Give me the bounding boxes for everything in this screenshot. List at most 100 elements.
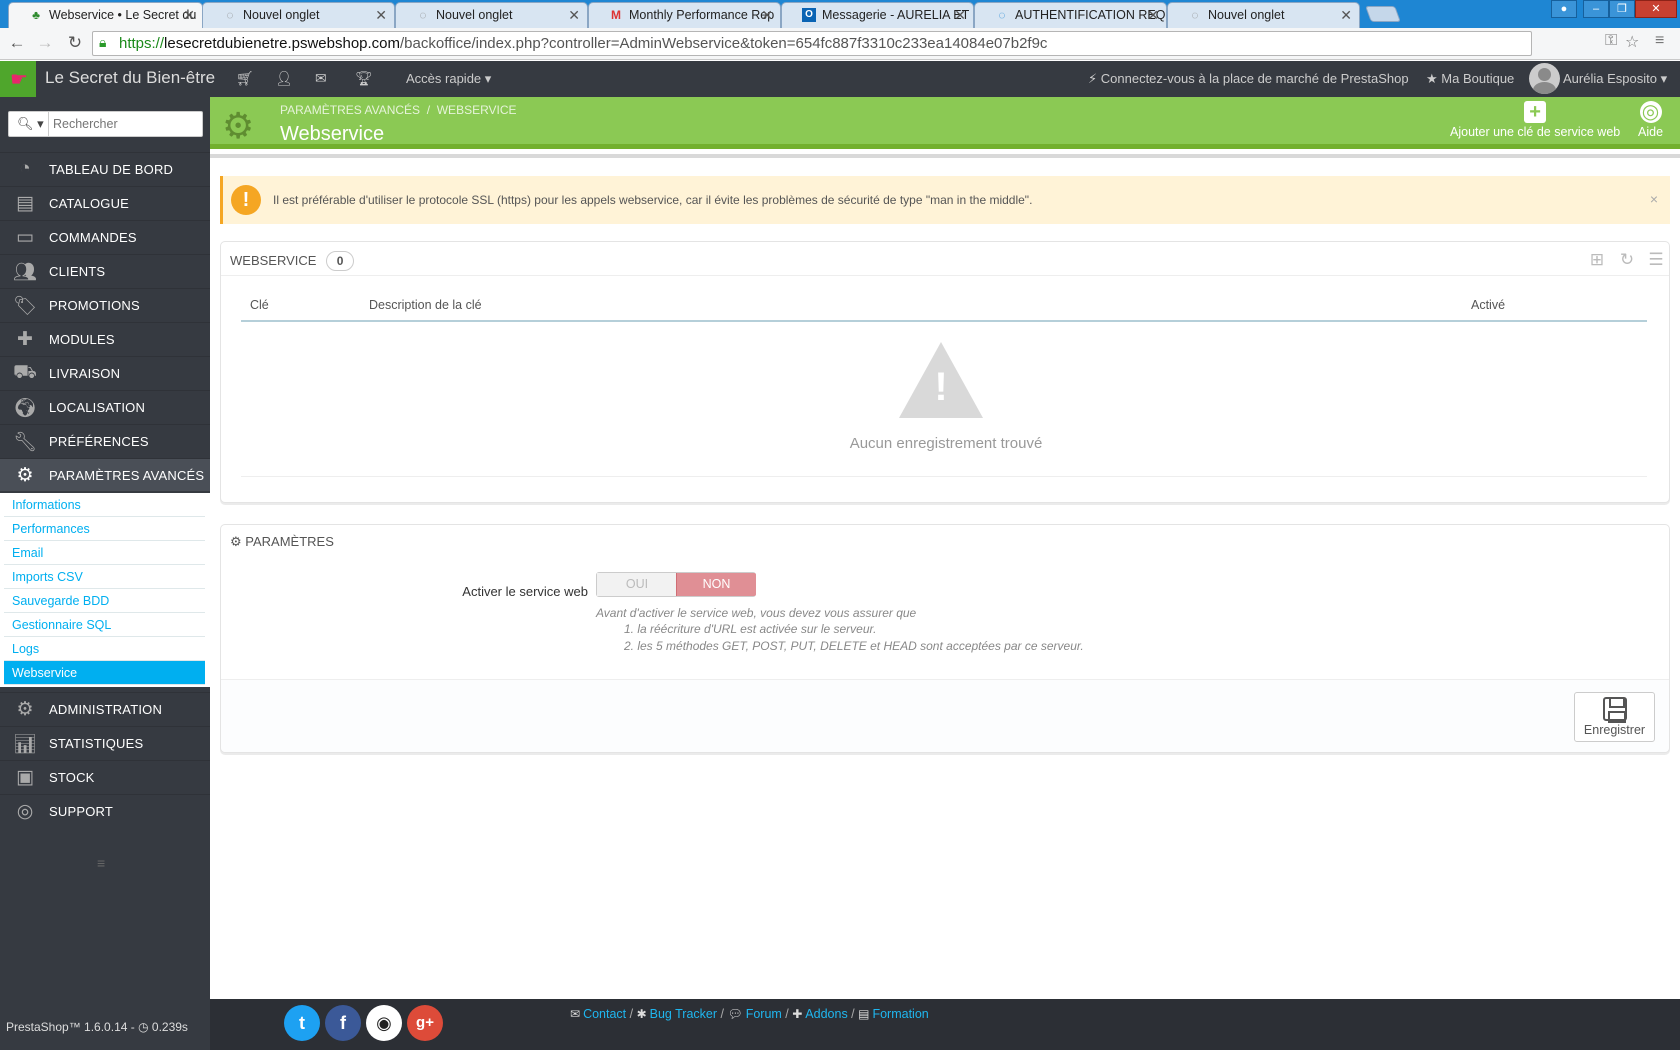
close-icon[interactable]: × [1650,191,1658,207]
envelope-icon[interactable]: ✉ [315,70,327,87]
footer-link-contact[interactable]: Contact [583,1007,626,1021]
close-window-icon[interactable]: ✕ [1635,0,1677,18]
refresh-icon[interactable]: ↻ [1617,250,1637,270]
breadcrumb-separator: / [426,103,431,117]
load-time: 0.239s [151,1020,188,1034]
sidebar-item-shipping[interactable]: ⛟ Livraison [0,356,210,389]
facebook-icon[interactable]: f [325,1005,361,1041]
search-icon[interactable]: 🔍︎ ▾ [9,112,49,136]
breadcrumb-parent[interactable]: Paramètres avancés [280,103,420,117]
close-tab-icon[interactable]: ✕ [1340,7,1352,24]
menu-icon[interactable]: ≡ [1655,32,1664,50]
browser-tab-new-3[interactable]: ◌ Nouvel onglet ✕ [1167,2,1360,28]
submenu-item-performances[interactable]: Performances [4,517,205,541]
submenu-item-email[interactable]: Email [4,541,205,565]
reload-icon[interactable]: ↻ [64,33,86,53]
sidebar-item-label: Commandes [49,230,137,245]
footer-link-training[interactable]: Formation [872,1007,928,1021]
submenu-item-db-backup[interactable]: Sauvegarde BDD [4,589,205,613]
footer-link-forum[interactable]: Forum [746,1007,782,1021]
sidebar-item-label: Tableau de bord [49,162,174,177]
sidebar-item-localization[interactable]: 🌍︎ Localisation [0,390,210,423]
close-tab-icon[interactable]: ✕ [183,7,195,24]
lifebuoy-icon: ◎ [16,801,34,822]
github-icon[interactable]: ◉ [366,1005,402,1041]
add-new-icon[interactable]: ⊞ [1587,250,1607,270]
search-input[interactable] [53,114,198,134]
browser-tab-outlook[interactable]: O Messagerie - AURELIA ET I ✕ [781,2,974,28]
submenu-item-sql-manager[interactable]: Gestionnaire SQL [4,613,205,637]
sidebar-item-orders[interactable]: ▭ Commandes [0,220,210,253]
sidebar-item-stats[interactable]: 📊︎ Statistiques [0,726,210,759]
collapse-menu-icon[interactable]: ≡ [97,855,111,871]
sidebar-item-promotions[interactable]: 🏷︎ Promotions [0,288,210,321]
column-header-description[interactable]: Description de la clé [369,298,482,312]
trophy-icon[interactable]: 🏆︎ [355,70,373,87]
twitter-icon[interactable]: t [284,1005,320,1041]
maximize-icon[interactable]: ❐ [1609,0,1635,18]
close-tab-icon[interactable]: ✕ [761,7,773,24]
column-header-active[interactable]: Activé [1471,298,1505,312]
help-button[interactable]: ◎ Aide [1638,101,1663,139]
sidebar-item-label: Localisation [49,400,146,415]
sidebar-item-catalogue[interactable]: ▤ Catalogue [0,186,210,219]
database-icon[interactable]: ☰ [1646,250,1666,270]
back-icon[interactable]: ← [6,33,28,53]
footer-link-bug-tracker[interactable]: Bug Tracker [650,1007,717,1021]
marketplace-link[interactable]: ⚡︎ Connectez-vous à la place de marché d… [1088,71,1409,87]
my-shop-link[interactable]: ★ Ma Boutique [1426,71,1514,87]
avatar[interactable] [1529,63,1560,94]
switch-option-no[interactable]: NON [676,573,756,596]
sidebar-item-customers[interactable]: 👥︎ Clients [0,254,210,287]
sidebar-item-administration[interactable]: ⚙ Administration [0,692,210,725]
prestashop-logo[interactable]: ☛ [0,61,36,97]
submenu-item-webservice[interactable]: Webservice [4,661,205,685]
user-menu[interactable]: Aurélia Esposito ▾ [1563,71,1667,87]
close-tab-icon[interactable]: ✕ [954,7,966,24]
submenu-item-csv-imports[interactable]: Imports CSV [4,565,205,589]
column-header-key[interactable]: Clé [250,298,269,312]
forward-icon[interactable]: → [34,33,56,53]
key-icon[interactable]: ⚿ [1605,32,1617,50]
save-button[interactable]: Enregistrer [1574,692,1655,742]
hand-pointer-icon: ☛ [10,69,28,91]
url-bar[interactable]: 🔒︎ https://lesecretdubienetre.pswebshop.… [92,31,1532,56]
bookmark-star-icon[interactable]: ☆ [1625,32,1639,52]
tab-title: Monthly Performance Rep [629,8,775,22]
puzzle-icon: ✚ [17,329,33,350]
enable-webservice-switch[interactable]: OUI NON [596,572,756,597]
sidebar-item-modules[interactable]: ✚ Modules [0,322,210,355]
close-tab-icon[interactable]: ✕ [1147,7,1159,24]
sidebar-item-label: Catalogue [49,196,130,211]
user-icon[interactable]: 👤︎ [275,70,293,87]
sidebar-item-dashboard[interactable]: ◔ Tableau de bord [0,152,210,185]
browser-tab-new-1[interactable]: ◌ Nouvel onglet ✕ [202,2,395,28]
add-key-button[interactable]: + Ajouter une clé de service web [1450,101,1620,139]
breadcrumb: Paramètres avancés / Webservice [280,103,517,117]
browser-tab-gmail[interactable]: M Monthly Performance Rep ✕ [588,2,781,28]
spinner-favicon-icon: ◌ [1191,8,1199,22]
sidebar-item-stock[interactable]: ▣ Stock [0,760,210,793]
my-shop-label: Ma Boutique [1441,71,1515,86]
close-tab-icon[interactable]: ✕ [375,7,387,24]
sidebar-item-support[interactable]: ◎ Support [0,794,210,827]
submenu-item-informations[interactable]: Informations [4,493,205,517]
shop-name[interactable]: Le Secret du Bien-être [45,68,215,88]
footer-link-addons[interactable]: Addons [805,1007,847,1021]
minimize-icon[interactable]: – [1583,0,1609,18]
sidebar-item-advanced-parameters[interactable]: ⚙ Paramètres avancés [0,458,210,491]
google-plus-icon[interactable]: g+ [407,1005,443,1041]
cart-icon[interactable]: 🛒︎ [236,70,254,87]
sidebar-item-preferences[interactable]: 🔧︎ Préférences [0,424,210,457]
new-tab-button[interactable] [1365,6,1401,22]
browser-tabstrip: ♣ Webservice • Le Secret du ✕ ◌ Nouvel o… [0,0,1680,28]
quick-access-dropdown[interactable]: Accès rapide ▾ [406,71,491,87]
close-tab-icon[interactable]: ✕ [568,7,580,24]
switch-option-yes[interactable]: OUI [597,573,677,596]
browser-tab-auth[interactable]: ◌ AUTHENTIFICATION REQ ✕ [974,2,1167,28]
submenu-item-logs[interactable]: Logs [4,637,205,661]
user-name: Aurélia Esposito [1563,71,1657,86]
browser-tab-new-2[interactable]: ◌ Nouvel onglet ✕ [395,2,588,28]
user-profile-icon[interactable]: ● [1551,0,1577,18]
browser-tab-webservice[interactable]: ♣ Webservice • Le Secret du ✕ [8,2,203,28]
